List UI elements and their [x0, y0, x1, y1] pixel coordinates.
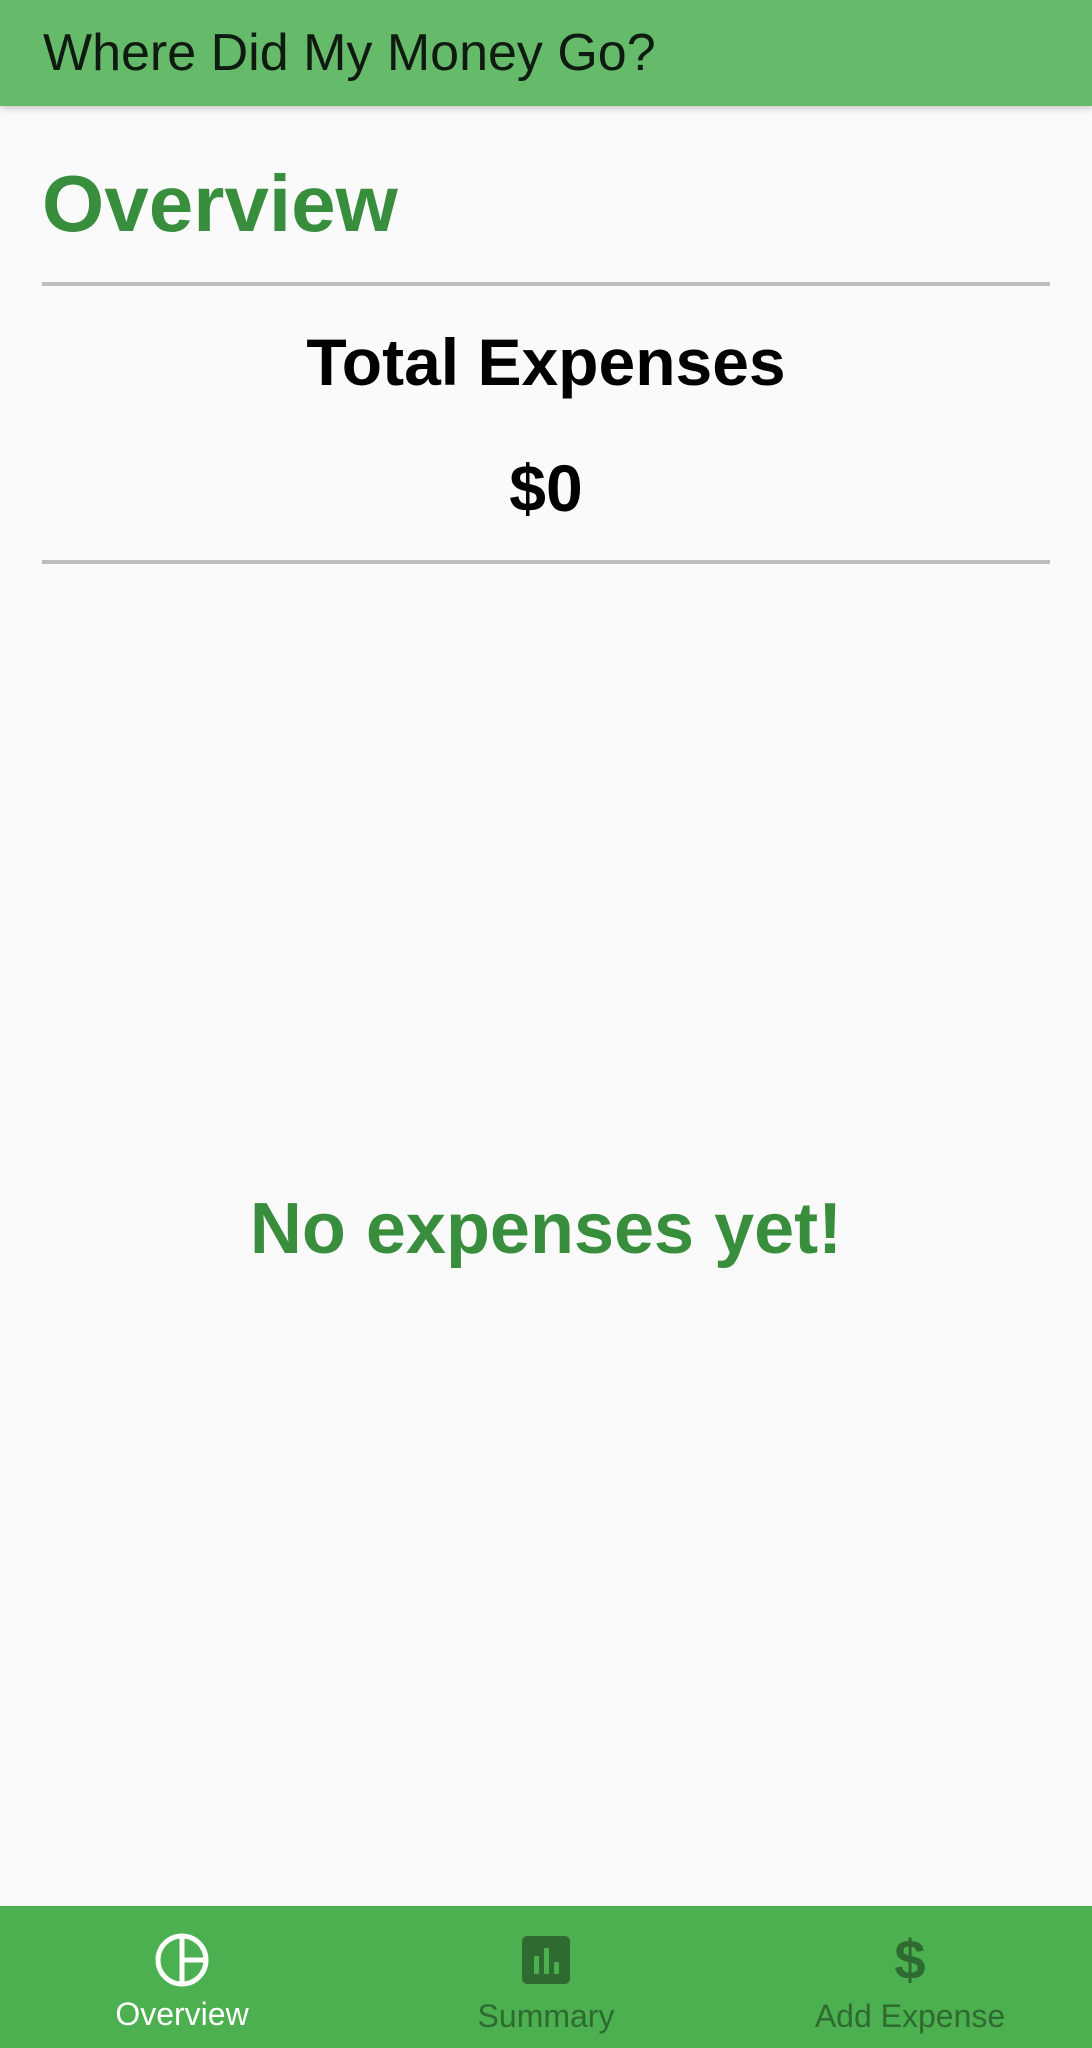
- bottom-navigation: Overview Summary $ Add Expense: [0, 1906, 1092, 2048]
- nav-item-overview[interactable]: Overview: [0, 1906, 364, 2048]
- nav-item-add-expense[interactable]: $ Add Expense: [728, 1906, 1092, 2048]
- nav-label-add-expense: Add Expense: [814, 1998, 1006, 2034]
- nav-label-overview: Overview: [115, 1996, 249, 2032]
- divider-top: [42, 282, 1050, 286]
- app-bar: Where Did My Money Go?: [0, 0, 1092, 106]
- page-title: Overview: [42, 159, 398, 248]
- app-title: Where Did My Money Go?: [43, 24, 656, 82]
- svg-text:$: $: [894, 1932, 925, 1988]
- nav-label-summary: Summary: [477, 1998, 615, 2034]
- empty-state-message: No expenses yet!: [249, 1189, 843, 1269]
- divider-bottom: [42, 560, 1050, 564]
- dollar-icon: $: [882, 1932, 938, 1988]
- nav-item-summary[interactable]: Summary: [364, 1906, 728, 2048]
- total-expenses-label: Total Expenses: [306, 325, 786, 399]
- total-expenses-value: $0: [509, 451, 583, 525]
- overview-screen: Overview Total Expenses $0 No expenses y…: [0, 106, 1092, 1906]
- bar-chart-icon: [518, 1932, 574, 1988]
- pie-chart-icon: [154, 1932, 210, 1988]
